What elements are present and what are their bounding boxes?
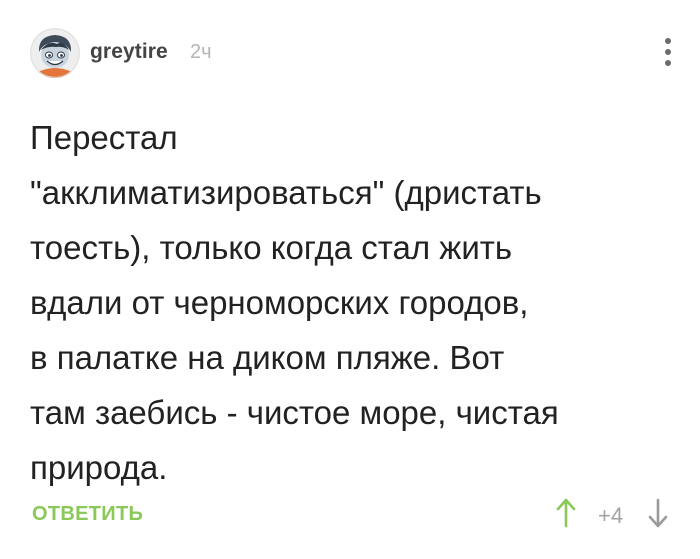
arrow-up-icon	[556, 498, 576, 528]
timestamp: 2ч	[190, 41, 212, 63]
rating-value: +4	[598, 503, 624, 528]
comment-text: Перестал "акклиматизироваться" (дристать…	[30, 119, 559, 486]
vertical-ellipsis-icon	[665, 38, 671, 44]
vertical-ellipsis-icon	[665, 49, 671, 55]
username[interactable]: greytire	[90, 40, 168, 64]
upvote-button[interactable]	[554, 496, 578, 530]
more-options-button[interactable]	[656, 32, 680, 72]
vertical-ellipsis-icon	[665, 60, 671, 66]
avatar[interactable]	[30, 28, 80, 78]
comment: greytire 2ч Перестал "акклиматизироватьс…	[0, 0, 700, 559]
comment-footer: ОТВЕТИТЬ +4	[30, 496, 680, 536]
reply-button[interactable]: ОТВЕТИТЬ	[32, 503, 143, 526]
comment-header: greytire 2ч	[30, 28, 680, 80]
arrow-down-icon	[648, 498, 668, 528]
cartoon-character-avatar-icon	[30, 28, 80, 78]
downvote-button[interactable]	[646, 496, 670, 530]
